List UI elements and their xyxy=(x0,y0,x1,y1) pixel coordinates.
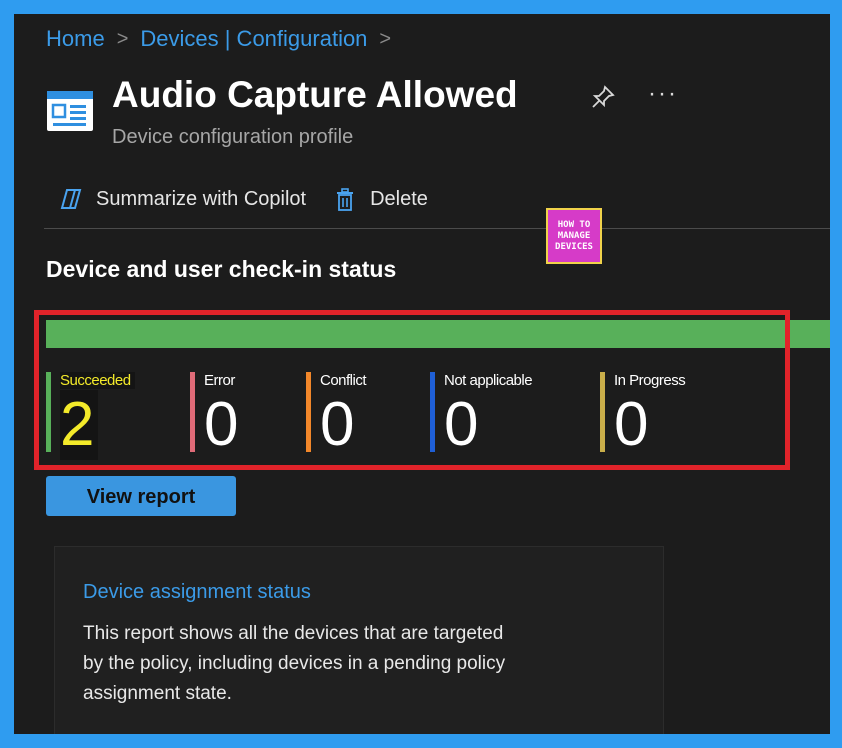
trash-icon xyxy=(337,188,354,211)
card-title[interactable]: Device assignment status xyxy=(83,581,311,604)
breadcrumb-devices-configuration[interactable]: Devices | Configuration xyxy=(140,26,367,52)
logo-line: MANAGE xyxy=(557,230,591,241)
configuration-profile-icon xyxy=(47,91,93,131)
toolbar-divider xyxy=(44,228,830,229)
highlight-box xyxy=(34,310,790,470)
view-report-button[interactable]: View report xyxy=(46,476,236,516)
page-subtitle: Device configuration profile xyxy=(112,126,354,148)
breadcrumb: Home > Devices | Configuration > xyxy=(46,26,391,52)
checkin-status-title: Device and user check-in status xyxy=(46,256,397,282)
breadcrumb-home[interactable]: Home xyxy=(46,26,105,52)
command-bar: Summarize with Copilot Delete xyxy=(58,186,428,212)
card-description: This report shows all the devices that a… xyxy=(83,623,506,704)
delete-button[interactable]: Delete xyxy=(332,186,428,212)
copilot-icon xyxy=(60,189,82,209)
summarize-with-copilot-button[interactable]: Summarize with Copilot xyxy=(58,186,306,212)
portal-frame: Home > Devices | Configuration > Audio C… xyxy=(14,14,830,734)
page-title: Audio Capture Allowed xyxy=(112,74,518,115)
logo-line: DEVICES xyxy=(555,241,593,252)
logo-line: HOW TO xyxy=(557,219,591,230)
chevron-right-icon: > xyxy=(379,27,392,50)
delete-label: Delete xyxy=(370,187,428,210)
howto-manage-devices-logo: HOW TO MANAGE DEVICES xyxy=(546,208,602,264)
more-options-icon[interactable]: ··· xyxy=(648,80,678,108)
summarize-with-copilot-label: Summarize with Copilot xyxy=(96,187,307,210)
pin-icon[interactable] xyxy=(590,84,616,110)
device-assignment-status-card[interactable]: Device assignment status This report sho… xyxy=(54,546,664,734)
chevron-right-icon: > xyxy=(116,27,129,50)
